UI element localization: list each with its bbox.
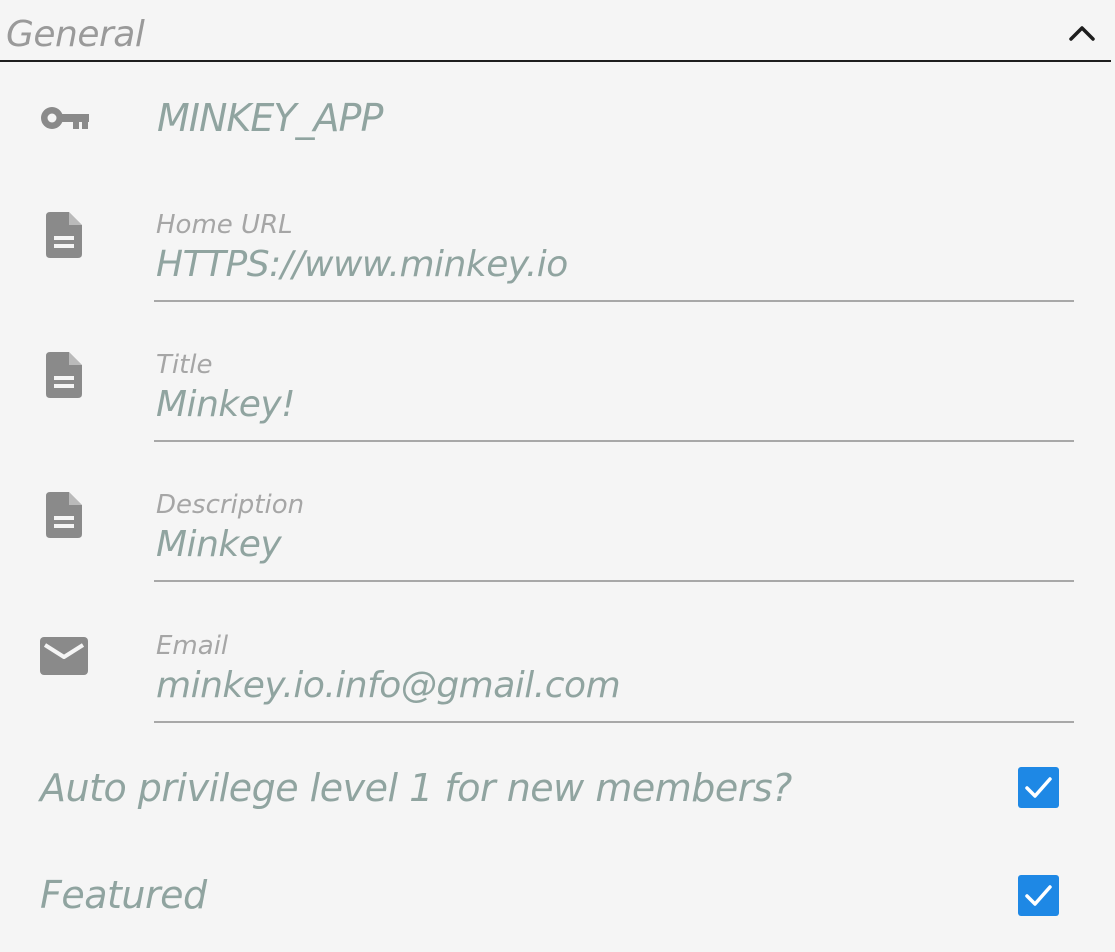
title-label: Title xyxy=(156,350,213,380)
email-value[interactable]: minkey.io.info@gmail.com xyxy=(156,665,621,706)
email-field[interactable]: Email minkey.io.info@gmail.com xyxy=(154,631,1074,723)
home-url-label: Home URL xyxy=(156,210,293,240)
checkmark-icon xyxy=(1025,885,1052,906)
title-value[interactable]: Minkey! xyxy=(156,384,296,425)
section-title: General xyxy=(6,14,145,55)
auto-privilege-checkbox[interactable] xyxy=(1018,767,1059,808)
key-icon xyxy=(41,107,89,129)
featured-checkbox[interactable] xyxy=(1018,875,1059,916)
home-url-field[interactable]: Home URL HTTPS://www.minkey.io xyxy=(154,210,1074,302)
title-field[interactable]: Title Minkey! xyxy=(154,350,1074,442)
section-header[interactable]: General xyxy=(0,0,1111,62)
home-url-value[interactable]: HTTPS://www.minkey.io xyxy=(156,244,568,285)
description-label: Description xyxy=(156,490,305,520)
description-field[interactable]: Description Minkey xyxy=(154,490,1074,582)
checkmark-icon xyxy=(1025,777,1052,798)
description-value[interactable]: Minkey xyxy=(156,524,282,565)
general-settings-panel: General MINKEY_APP Home URL HTTPS://www.… xyxy=(0,0,1115,952)
app-identifier: MINKEY_APP xyxy=(157,96,383,140)
mail-icon xyxy=(40,637,88,675)
document-icon xyxy=(46,352,82,398)
document-icon xyxy=(46,492,82,538)
chevron-up-icon[interactable] xyxy=(1066,22,1098,44)
document-icon xyxy=(46,212,82,258)
auto-privilege-label: Auto privilege level 1 for new members? xyxy=(40,766,792,810)
email-label: Email xyxy=(156,631,229,661)
featured-label: Featured xyxy=(40,873,207,917)
